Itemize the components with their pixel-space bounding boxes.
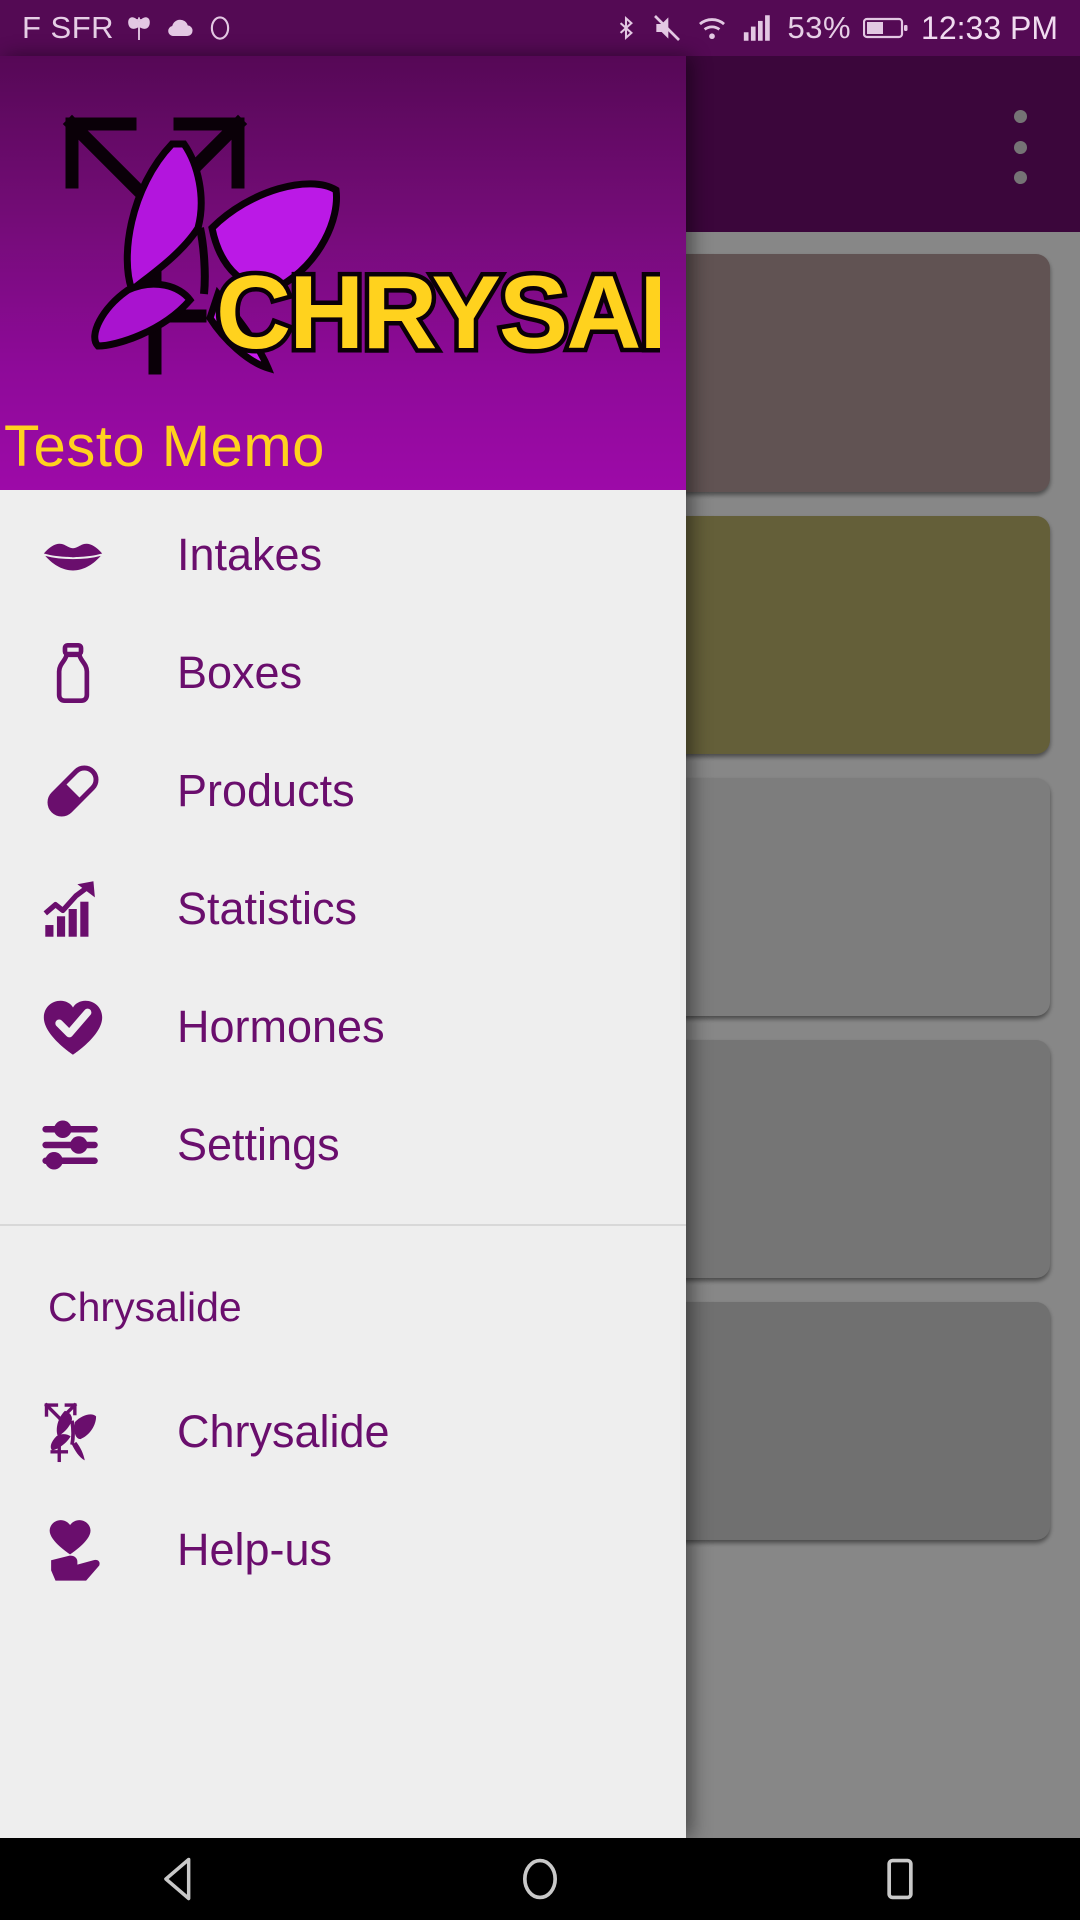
sidebar-item-label: Statistics	[177, 883, 358, 934]
signal-icon	[744, 15, 771, 41]
drawer-title: Testo Memo	[4, 414, 325, 479]
sidebar-item-statistics[interactable]: Statistics	[0, 850, 686, 968]
heart-check-icon	[38, 992, 130, 1062]
phone-screen: 3/24/18 3/27/18 3/27/18 3/28/18 9/17/18 …	[0, 0, 1080, 1920]
sidebar-item-label: Chrysalide	[177, 1406, 390, 1457]
cloud-icon	[168, 19, 193, 36]
wifi-icon	[699, 18, 726, 40]
drawer-menu: Intakes Boxes Products Statistics Hormon…	[0, 490, 686, 1609]
sidebar-item-label: Products	[177, 765, 355, 816]
mute-icon	[654, 15, 681, 41]
sidebar-item-products[interactable]: Products	[0, 732, 686, 850]
sidebar-item-chrysalide[interactable]: Chrysalide	[0, 1373, 686, 1491]
heart-hand-icon	[38, 1515, 130, 1585]
sidebar-item-help-us[interactable]: Help-us	[0, 1491, 686, 1609]
sidebar-item-label: Hormones	[177, 1001, 385, 1052]
sidebar-item-intakes[interactable]: Intakes	[0, 496, 686, 614]
status-bar: F SFR 53% 12:33 PM	[0, 0, 1080, 56]
chrysalide-logo: CHRYSALIDE	[20, 78, 686, 378]
logo-wordmark: CHRYSALIDE	[216, 255, 660, 371]
sliders-icon	[38, 1110, 130, 1180]
sync-circle-icon	[210, 16, 230, 40]
recents-square-icon[interactable]	[840, 1838, 960, 1920]
bluetooth-icon	[620, 15, 634, 41]
butterfly-logo-icon	[38, 1398, 130, 1466]
bottle-icon	[38, 638, 130, 708]
back-triangle-icon[interactable]	[120, 1838, 240, 1920]
sidebar-item-label: Boxes	[177, 647, 303, 698]
battery-percent-label: 53%	[787, 10, 852, 45]
sidebar-item-label: Settings	[177, 1119, 340, 1170]
butterfly-icon	[128, 17, 150, 40]
carrier-label: F SFR	[22, 10, 115, 45]
pill-capsule-icon	[38, 756, 130, 826]
home-circle-icon[interactable]	[480, 1838, 600, 1920]
lips-icon	[38, 520, 130, 590]
chart-trend-up-icon	[38, 874, 130, 944]
sidebar-item-label: Intakes	[177, 529, 323, 580]
sidebar-item-label: Help-us	[177, 1524, 333, 1575]
android-nav-bar[interactable]	[0, 1838, 1080, 1920]
clock-label: 12:33 PM	[921, 9, 1058, 46]
drawer-header: CHRYSALIDE Testo Memo	[0, 56, 686, 490]
sidebar-item-settings[interactable]: Settings	[0, 1086, 686, 1204]
navigation-drawer[interactable]: CHRYSALIDE Testo Memo Intakes	[0, 56, 686, 1838]
sidebar-item-boxes[interactable]: Boxes	[0, 614, 686, 732]
battery-icon	[863, 17, 908, 39]
sidebar-item-hormones[interactable]: Hormones	[0, 968, 686, 1086]
drawer-section-title: Chrysalide	[48, 1284, 242, 1330]
